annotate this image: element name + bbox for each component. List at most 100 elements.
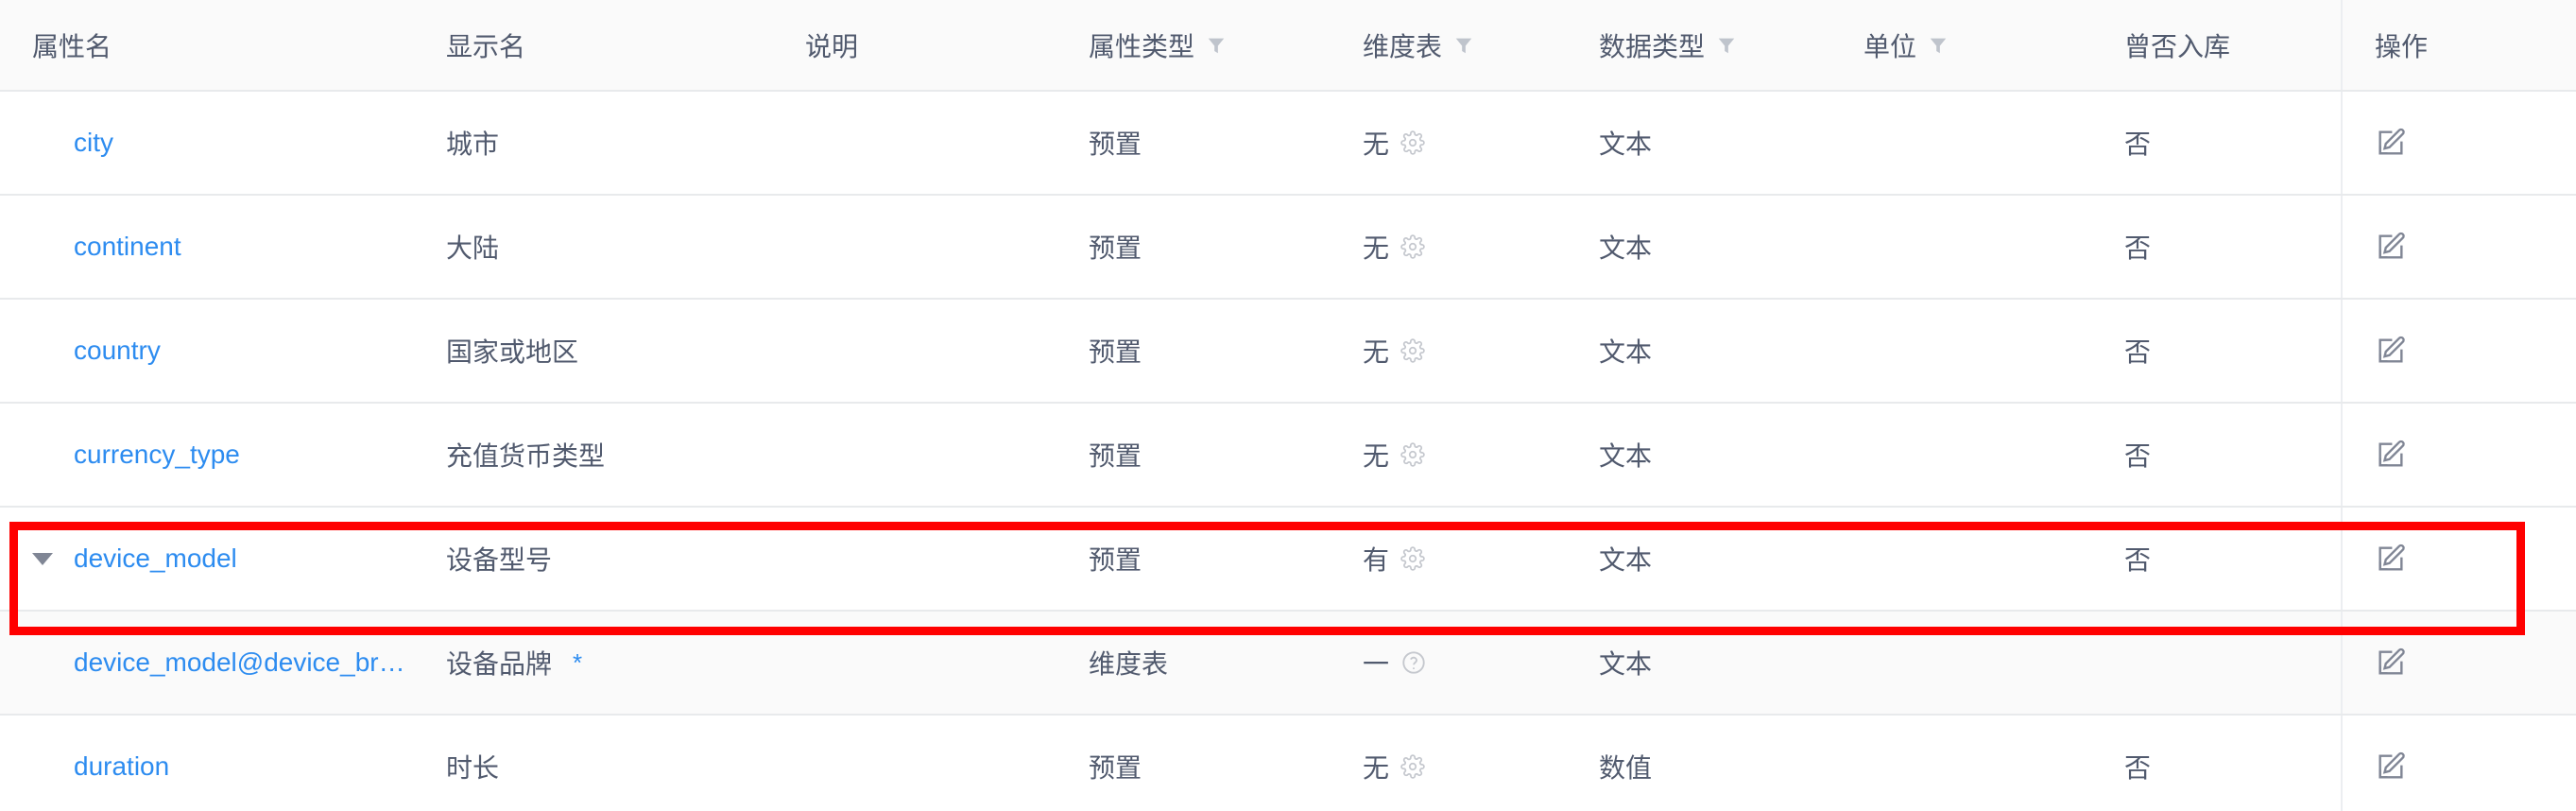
cell-dim-table: 有	[1331, 507, 1567, 612]
cell-dim-table: 无	[1331, 91, 1567, 196]
cell-action	[2341, 507, 2576, 612]
gear-icon[interactable]	[1400, 338, 1425, 363]
cell-data-type: 文本	[1567, 299, 1831, 404]
table-body: city 城市 预置 无 文本 否 continent 大陆 预置 无 文本 否…	[0, 91, 2576, 811]
cell-stored: 否	[2124, 91, 2342, 196]
display-name-text: 设备品牌	[446, 649, 553, 679]
edit-icon[interactable]	[2375, 543, 2407, 575]
edit-icon[interactable]	[2375, 439, 2407, 471]
table-row[interactable]: continent 大陆 预置 无 文本 否	[0, 195, 2576, 300]
attr-type-text: 预置	[1089, 129, 1142, 159]
column-header-attr-type: 属性类型	[1056, 0, 1331, 92]
cell-display-name: 时长	[414, 715, 773, 811]
cell-unit	[1831, 507, 2124, 612]
column-header-attr-name: 属性名	[0, 0, 414, 92]
gear-icon[interactable]	[1400, 130, 1425, 155]
cell-description	[773, 403, 1056, 508]
cell-attr-name: city	[0, 91, 414, 196]
table-row-highlighted[interactable]: device_model@device_bra... 设备品牌 * 维度表 一 …	[0, 611, 2576, 716]
table-header-row: 属性名 显示名 说明 属性类型 维度表 数据类型 单位 曾否入库 操作	[0, 0, 2576, 92]
gear-icon[interactable]	[1400, 754, 1425, 779]
gear-icon[interactable]	[1400, 234, 1425, 259]
attr-name-link[interactable]: city	[74, 128, 113, 158]
data-type-text: 文本	[1599, 441, 1653, 471]
filter-icon[interactable]	[1716, 35, 1737, 56]
attr-type-text: 维度表	[1089, 649, 1169, 679]
cell-unit	[1831, 715, 2124, 811]
cell-display-name: 城市	[414, 91, 773, 196]
table-row[interactable]: currency_type 充值货币类型 预置 无 文本 否	[0, 403, 2576, 508]
attr-type-text: 预置	[1089, 233, 1142, 263]
cell-attr-name: currency_type	[0, 403, 414, 508]
required-marker: *	[573, 648, 583, 677]
cell-description	[773, 195, 1056, 300]
cell-attr-name: device_model	[0, 507, 414, 612]
display-name-text: 设备型号	[446, 545, 553, 575]
attr-name-link[interactable]: device_model	[74, 544, 237, 574]
gear-icon[interactable]	[1400, 546, 1425, 571]
column-header-stored: 曾否入库	[2124, 0, 2342, 92]
cell-attr-type: 预置	[1056, 195, 1331, 300]
cell-unit	[1831, 195, 2124, 300]
edit-icon[interactable]	[2375, 335, 2407, 367]
column-header-label: 说明	[805, 31, 859, 61]
cell-stored: 否	[2124, 715, 2342, 811]
column-header-label: 操作	[2375, 31, 2429, 61]
attr-name-link[interactable]: continent	[74, 232, 181, 262]
column-header-label: 曾否入库	[2124, 31, 2231, 61]
column-header-label: 显示名	[446, 31, 526, 61]
dim-table-text: 无	[1363, 129, 1390, 159]
attr-name-link[interactable]: device_model@device_bra...	[74, 647, 414, 678]
cell-action	[2341, 91, 2576, 196]
display-name-text: 大陆	[446, 233, 500, 263]
table-row[interactable]: duration 时长 预置 无 数值 否	[0, 715, 2576, 811]
column-header-description: 说明	[773, 0, 1056, 92]
cell-stored: 否	[2124, 195, 2342, 300]
cell-display-name: 大陆	[414, 195, 773, 300]
data-type-text: 文本	[1599, 337, 1653, 367]
cell-description	[773, 91, 1056, 196]
edit-icon[interactable]	[2375, 231, 2407, 263]
cell-action	[2341, 611, 2576, 716]
cell-data-type: 文本	[1567, 403, 1831, 508]
display-name-text: 国家或地区	[446, 337, 579, 367]
column-header-label: 维度表	[1363, 31, 1443, 61]
cell-dim-table: 无	[1331, 403, 1567, 508]
dim-table-text: 有	[1363, 545, 1390, 575]
table-row[interactable]: country 国家或地区 预置 无 文本 否	[0, 299, 2576, 404]
gear-icon[interactable]	[1400, 442, 1425, 467]
attr-type-text: 预置	[1089, 441, 1142, 471]
attr-name-link[interactable]: country	[74, 336, 161, 366]
display-name-text: 时长	[446, 753, 500, 783]
edit-icon[interactable]	[2375, 647, 2407, 679]
cell-description	[773, 715, 1056, 811]
cell-dim-table: 一	[1331, 611, 1567, 716]
dim-table-text: 无	[1363, 441, 1390, 471]
cell-action	[2341, 403, 2576, 508]
filter-icon[interactable]	[1206, 35, 1227, 56]
cell-attr-type: 预置	[1056, 403, 1331, 508]
chevron-down-icon[interactable]	[32, 552, 53, 565]
attr-type-text: 预置	[1089, 753, 1142, 783]
filter-icon[interactable]	[1453, 35, 1474, 56]
help-circle-icon[interactable]	[1400, 649, 1427, 676]
cell-display-name: 设备品牌 *	[414, 611, 773, 716]
cell-unit	[1831, 299, 2124, 404]
cell-attr-type: 预置	[1056, 715, 1331, 811]
table-row[interactable]: city 城市 预置 无 文本 否	[0, 91, 2576, 196]
filter-icon[interactable]	[1928, 35, 1949, 56]
attr-name-link[interactable]: duration	[74, 751, 169, 782]
column-header-unit: 单位	[1831, 0, 2124, 92]
display-name-text: 充值货币类型	[446, 441, 606, 471]
cell-action	[2341, 195, 2576, 300]
cell-stored: 否	[2124, 507, 2342, 612]
edit-icon[interactable]	[2375, 751, 2407, 783]
edit-icon[interactable]	[2375, 127, 2407, 159]
cell-attr-type: 预置	[1056, 91, 1331, 196]
cell-data-type: 数值	[1567, 715, 1831, 811]
attr-name-link[interactable]: currency_type	[74, 440, 240, 470]
cell-unit	[1831, 611, 2124, 716]
table-row[interactable]: device_model 设备型号 预置 有 文本 否	[0, 507, 2576, 612]
cell-attr-name: device_model@device_bra...	[0, 611, 414, 716]
cell-attr-name: continent	[0, 195, 414, 300]
